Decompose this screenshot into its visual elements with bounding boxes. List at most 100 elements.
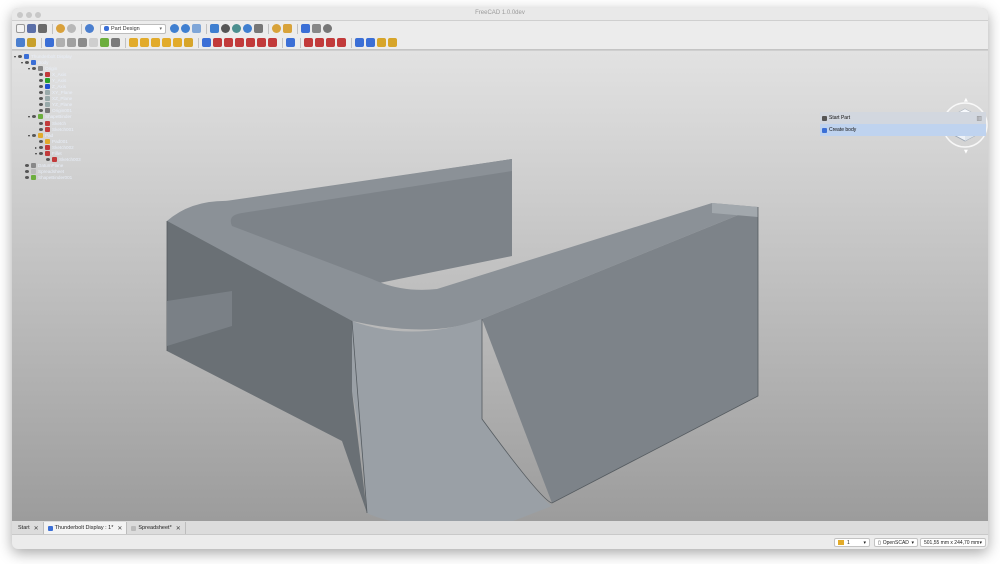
task-start-part-label: Start Part — [829, 115, 851, 121]
visibility-icon[interactable] — [32, 66, 36, 70]
group-icon[interactable] — [312, 24, 321, 33]
tree-item-icon — [38, 65, 43, 71]
fillet-icon[interactable] — [304, 38, 313, 47]
isometric-view-icon[interactable] — [221, 24, 230, 33]
axis-cross-icon[interactable] — [283, 24, 292, 33]
window-title: FreeCAD 1.0.0dev — [475, 10, 525, 16]
tree-item-icon — [31, 175, 36, 181]
mirrored-icon[interactable] — [286, 38, 295, 47]
close-icon[interactable]: ✕ — [34, 525, 39, 532]
model-tree: ▾ Thunderbolt Display ▾ Body ▾ Origin X_Axis Y_… — [14, 53, 164, 213]
additive-pipe-icon[interactable] — [162, 38, 171, 47]
visibility-icon[interactable] — [46, 158, 50, 162]
redo-icon[interactable] — [67, 24, 76, 33]
tree-item-icon — [38, 132, 43, 138]
additive-primitive-icon[interactable] — [184, 38, 193, 47]
tree-item-label: Y_Axis — [52, 77, 67, 83]
tab-spreadsheet[interactable]: Spreadsheet* ✕ — [127, 522, 186, 534]
local-cs-icon[interactable] — [89, 38, 98, 47]
link-icon[interactable] — [254, 24, 263, 33]
close-icon[interactable]: ✕ — [117, 525, 122, 532]
whats-this-icon[interactable] — [272, 24, 281, 33]
macro-icon[interactable] — [323, 24, 332, 33]
save-icon[interactable] — [38, 24, 47, 33]
dimension-readout[interactable]: 501,55 mm x 244,70 mm ▾ — [920, 538, 986, 547]
shape-binder-icon[interactable] — [100, 38, 109, 47]
dimension-readout-value: 501,55 mm x 244,70 mm — [924, 539, 980, 546]
tab-start[interactable]: Start ✕ — [14, 522, 44, 534]
visibility-icon[interactable] — [39, 139, 43, 143]
visibility-icon[interactable] — [39, 72, 43, 76]
tree-item-label: Thunderbolt Display — [31, 53, 72, 59]
visibility-icon[interactable] — [39, 103, 43, 107]
subtractive-helix-icon[interactable] — [257, 38, 266, 47]
chamfer-icon[interactable] — [315, 38, 324, 47]
draw-style-icon[interactable] — [192, 24, 201, 33]
close-icon[interactable]: ✕ — [176, 525, 181, 532]
navigation-style-selector[interactable]: ▯ OpenSCAD ▾ — [874, 538, 918, 547]
sketch-icon[interactable] — [16, 38, 25, 47]
visibility-icon[interactable] — [25, 60, 29, 64]
thickness-icon[interactable] — [337, 38, 346, 47]
visibility-icon[interactable] — [32, 115, 36, 119]
bounding-box-icon[interactable] — [210, 24, 219, 33]
clone-icon[interactable] — [111, 38, 120, 47]
visibility-icon[interactable] — [25, 176, 29, 180]
fit-all-icon[interactable] — [170, 24, 179, 33]
subtractive-pipe-icon[interactable] — [246, 38, 255, 47]
refresh-icon[interactable] — [85, 24, 94, 33]
visibility-icon[interactable] — [39, 109, 43, 113]
visibility-icon[interactable] — [25, 170, 29, 174]
pad-icon[interactable] — [129, 38, 138, 47]
visibility-icon[interactable] — [39, 78, 43, 82]
create-body-icon[interactable] — [45, 38, 54, 47]
visibility-icon[interactable] — [39, 127, 43, 131]
collapse-icon[interactable]: ▥ — [976, 115, 982, 122]
new-file-icon[interactable] — [16, 24, 25, 33]
part-icon[interactable] — [301, 24, 310, 33]
visibility-icon[interactable] — [25, 164, 29, 168]
tab-thunderbolt-display[interactable]: Thunderbolt Display : 1* ✕ — [43, 522, 128, 534]
workbench-selector-label: Part Design — [111, 25, 140, 32]
undo-icon[interactable] — [56, 24, 65, 33]
visibility-icon[interactable] — [18, 54, 22, 58]
page-selector[interactable]: 1 ▾ — [834, 538, 870, 547]
visibility-icon[interactable] — [39, 85, 43, 89]
visibility-icon[interactable] — [39, 121, 43, 125]
task-start-part[interactable]: Start Part ▥ — [820, 112, 986, 124]
standard-views-icon[interactable] — [232, 24, 241, 33]
open-file-icon[interactable] — [27, 24, 36, 33]
visibility-icon[interactable] — [39, 97, 43, 101]
tree-item-label: YZ_Plane — [52, 102, 73, 108]
subtractive-loft-icon[interactable] — [235, 38, 244, 47]
visibility-icon[interactable] — [32, 133, 36, 137]
measure-icon[interactable] — [243, 24, 252, 33]
polar-pattern-icon[interactable] — [377, 38, 386, 47]
bracket-model[interactable] — [152, 151, 772, 549]
revolution-icon[interactable] — [140, 38, 149, 47]
subtractive-primitive-icon[interactable] — [268, 38, 277, 47]
task-create-body[interactable]: Create body — [820, 124, 986, 136]
tree-item-icon — [38, 114, 43, 120]
groove-icon[interactable] — [224, 38, 233, 47]
pocket-icon[interactable] — [202, 38, 211, 47]
tree-item[interactable]: ShapeBinder001 — [14, 175, 164, 181]
hole-icon[interactable] — [213, 38, 222, 47]
tree-item-icon — [24, 53, 29, 59]
datum-point-icon[interactable] — [56, 38, 65, 47]
workbench-selector[interactable]: Part Design ▾ — [100, 23, 166, 34]
datum-plane-icon[interactable] — [78, 38, 87, 47]
additive-helix-icon[interactable] — [173, 38, 182, 47]
draft-icon[interactable] — [326, 38, 335, 47]
visibility-icon[interactable] — [39, 91, 43, 95]
multi-transform-icon[interactable] — [388, 38, 397, 47]
datum-line-icon[interactable] — [67, 38, 76, 47]
fit-selection-icon[interactable] — [181, 24, 190, 33]
visibility-icon[interactable] — [39, 152, 43, 156]
visibility-icon[interactable] — [39, 145, 43, 149]
linear-pattern-icon[interactable] — [366, 38, 375, 47]
tab-start-label: Start — [18, 525, 30, 531]
body-icon[interactable] — [27, 38, 36, 47]
boolean-icon[interactable] — [355, 38, 364, 47]
additive-loft-icon[interactable] — [151, 38, 160, 47]
